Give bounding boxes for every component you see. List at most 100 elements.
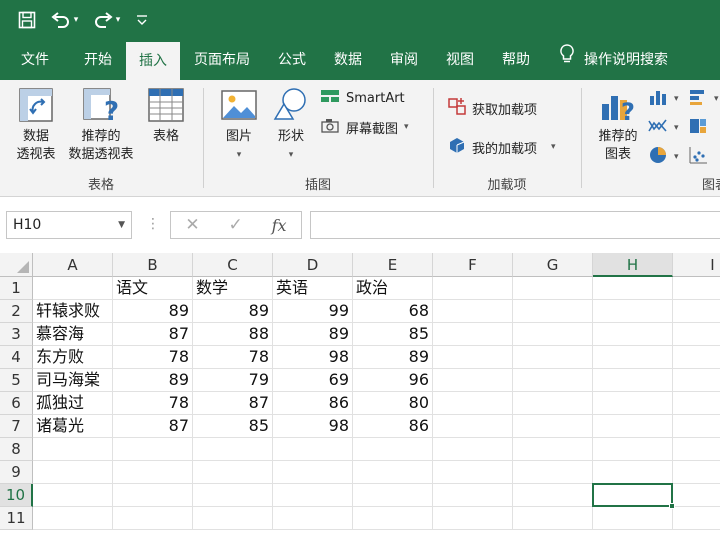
cell-f11[interactable] [433,507,513,530]
pie-chart-button[interactable]: ▾ [648,146,679,168]
cell-e1[interactable]: 政治 [353,277,433,300]
cell-e2[interactable]: 68 [353,300,433,323]
line-chart-button[interactable]: ▾ [648,117,679,139]
table-button[interactable]: 表格 [144,86,188,146]
name-box-dropdown-icon[interactable]: ▼ [118,212,125,238]
cell-f2[interactable] [433,300,513,323]
cell-a8[interactable] [33,438,113,461]
cell-b10[interactable] [113,484,193,507]
cell-i6[interactable] [673,392,720,415]
column-header-i[interactable]: I [673,253,720,277]
tab-insert[interactable]: 插入 [126,42,180,80]
tab-data[interactable]: 数据 [320,40,376,80]
get-addins-button[interactable]: 获取加载项 [448,97,537,119]
cell-g6[interactable] [513,392,593,415]
cell-h5[interactable] [593,369,673,392]
cancel-icon[interactable]: ✕ [185,215,199,235]
row-header-8[interactable]: 8 [0,438,33,461]
tab-page-layout[interactable]: 页面布局 [180,40,264,80]
cell-h1[interactable] [593,277,673,300]
bar-chart-button[interactable]: ▾ [688,88,719,110]
cell-c8[interactable] [193,438,273,461]
redo-icon[interactable]: ▾ [88,0,124,40]
cell-b6[interactable]: 78 [113,392,193,415]
cell-d1[interactable]: 英语 [273,277,353,300]
cell-c2[interactable]: 89 [193,300,273,323]
cell-b7[interactable]: 87 [113,415,193,438]
undo-icon[interactable]: ▾ [46,0,82,40]
cell-e11[interactable] [353,507,433,530]
cell-c1[interactable]: 数学 [193,277,273,300]
cell-d5[interactable]: 69 [273,369,353,392]
cell-g3[interactable] [513,323,593,346]
cell-a7[interactable]: 诸葛光 [33,415,113,438]
cell-d10[interactable] [273,484,353,507]
cell-e6[interactable]: 80 [353,392,433,415]
cell-c5[interactable]: 79 [193,369,273,392]
cell-b5[interactable]: 89 [113,369,193,392]
pictures-button[interactable]: 图片 ▾ [218,86,260,164]
cell-g2[interactable] [513,300,593,323]
insert-function-icon[interactable]: fx [272,216,287,235]
cell-i11[interactable] [673,507,720,530]
cell-g9[interactable] [513,461,593,484]
cell-c9[interactable] [193,461,273,484]
column-header-e[interactable]: E [353,253,433,277]
column-header-c[interactable]: C [193,253,273,277]
cell-d9[interactable] [273,461,353,484]
tab-help[interactable]: 帮助 [488,40,544,80]
cell-a9[interactable] [33,461,113,484]
cell-h10[interactable] [593,484,673,507]
cell-f4[interactable] [433,346,513,369]
cell-a4[interactable]: 东方败 [33,346,113,369]
cell-f7[interactable] [433,415,513,438]
column-header-b[interactable]: B [113,253,193,277]
row-header-11[interactable]: 11 [0,507,33,530]
cell-d4[interactable]: 98 [273,346,353,369]
cell-a3[interactable]: 慕容海 [33,323,113,346]
cell-c11[interactable] [193,507,273,530]
select-all-button[interactable] [0,253,33,277]
formula-bar-resize-handle[interactable]: ⋮ [146,216,160,232]
cell-d6[interactable]: 86 [273,392,353,415]
cell-e10[interactable] [353,484,433,507]
column-header-f[interactable]: F [433,253,513,277]
cell-i4[interactable] [673,346,720,369]
cell-b11[interactable] [113,507,193,530]
cell-a10[interactable] [33,484,113,507]
cell-f9[interactable] [433,461,513,484]
cell-h3[interactable] [593,323,673,346]
cell-h2[interactable] [593,300,673,323]
cell-g10[interactable] [513,484,593,507]
shapes-button[interactable]: 形状 ▾ [270,86,312,164]
tab-file[interactable]: 文件 [0,40,70,80]
row-header-4[interactable]: 4 [0,346,33,369]
my-addins-button[interactable]: 我的加载项 ▾ [448,136,556,158]
cell-b4[interactable]: 78 [113,346,193,369]
worksheet-grid[interactable]: A B C D E F G H I 1 2 3 4 5 6 7 8 9 10 11 语文 数学 英语 政治 轩辕求败 89 89 99… [0,253,720,540]
tab-review[interactable]: 审阅 [376,40,432,80]
row-header-2[interactable]: 2 [0,300,33,323]
cell-f8[interactable] [433,438,513,461]
cell-a1[interactable] [33,277,113,300]
save-icon[interactable] [14,0,40,40]
customize-icon[interactable] [130,0,154,40]
cell-e4[interactable]: 89 [353,346,433,369]
column-chart-button[interactable]: ▾ [648,88,679,110]
cell-i3[interactable] [673,323,720,346]
cell-e8[interactable] [353,438,433,461]
cell-d7[interactable]: 98 [273,415,353,438]
row-header-1[interactable]: 1 [0,277,33,300]
cell-f10[interactable] [433,484,513,507]
cell-g11[interactable] [513,507,593,530]
cell-g1[interactable] [513,277,593,300]
enter-icon[interactable]: ✓ [229,215,243,235]
tab-home[interactable]: 开始 [70,40,126,80]
column-header-h[interactable]: H [593,253,673,277]
screenshot-button[interactable]: 屏幕截图 ▾ [320,117,409,137]
scatter-chart-button[interactable] [688,146,708,168]
cell-i9[interactable] [673,461,720,484]
cell-c4[interactable]: 78 [193,346,273,369]
cell-a6[interactable]: 孤独过 [33,392,113,415]
cell-i5[interactable] [673,369,720,392]
